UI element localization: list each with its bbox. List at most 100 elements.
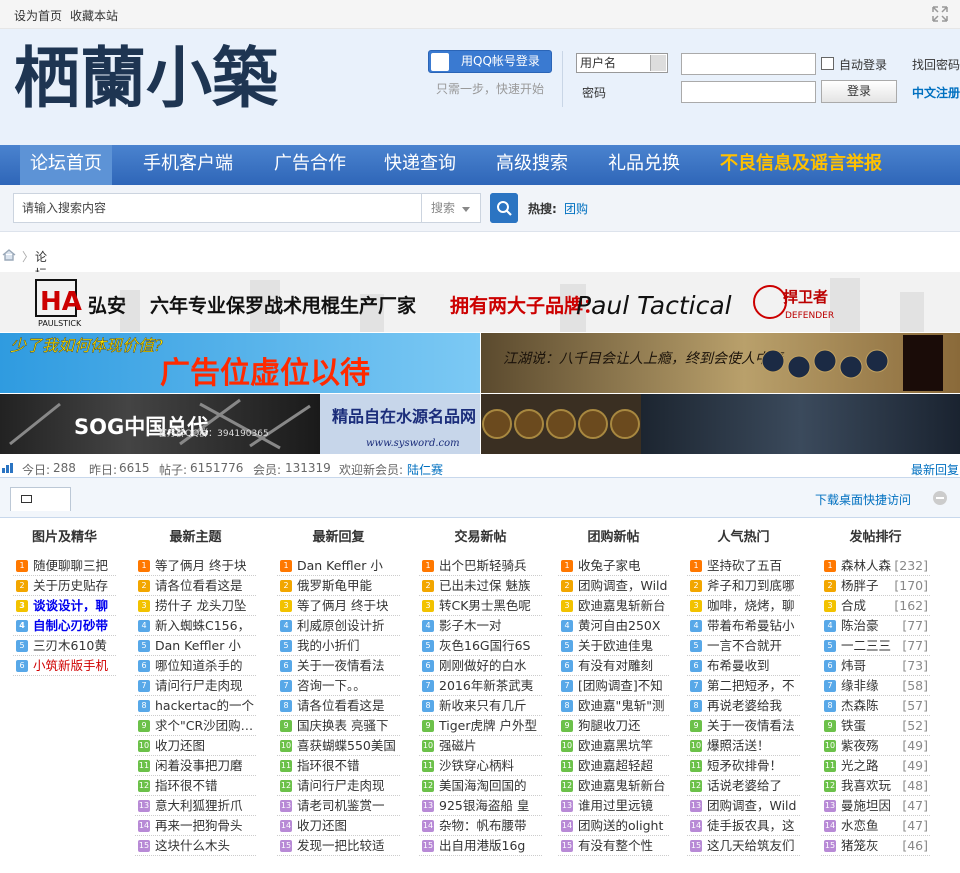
collapse-icon[interactable] (933, 491, 947, 505)
home-icon[interactable] (2, 248, 16, 262)
bookmark-link[interactable]: 收藏本站 (70, 7, 118, 24)
list-item[interactable]: 13 925银海盗船 皇 (419, 796, 542, 816)
latest-reply-link[interactable]: 最新回复 (911, 461, 959, 478)
list-item[interactable]: 2 关于历史贴存 (13, 576, 116, 596)
register-link[interactable]: 中文注册 (912, 84, 960, 101)
list-item[interactable]: 3 捞什子 龙头刀坠 (135, 596, 256, 616)
username-input[interactable] (681, 53, 816, 75)
list-item[interactable]: 5 一言不合就开 (687, 636, 800, 656)
list-item[interactable]: 8 请各位看看这是 (277, 696, 400, 716)
list-item[interactable]: 15 有没有整个性 (558, 836, 669, 856)
portal-tab[interactable] (10, 487, 71, 511)
poster-item[interactable]: 14 水恋鱼 [47] (821, 816, 930, 836)
list-item[interactable]: 15 出自用港版16g (419, 836, 542, 856)
list-item[interactable]: 15 这几天给筑友们 (687, 836, 800, 856)
list-item[interactable]: 8 hackertac的一个 (135, 696, 256, 716)
list-item[interactable]: 3 欧迪嘉鬼斩新台 (558, 596, 669, 616)
list-item[interactable]: 13 团购调查，Wild (687, 796, 800, 816)
list-item[interactable]: 14 团购送的olight (558, 816, 669, 836)
list-item[interactable]: 6 关于一夜情看法 (277, 656, 400, 676)
list-item[interactable]: 7 2016年新茶武夷 (419, 676, 542, 696)
list-item[interactable]: 9 Tiger虎牌 户外型 (419, 716, 542, 736)
list-item[interactable]: 8 新收来只有几斤 (419, 696, 542, 716)
list-item[interactable]: 10 强磁片 (419, 736, 542, 756)
poster-item[interactable]: 12 我喜欢玩 [48] (821, 776, 930, 796)
ad-banner-sysword[interactable]: 精品自在水源名品网 www.sysword.com (320, 394, 480, 454)
poster-item[interactable]: 5 一二三三 [77] (821, 636, 930, 656)
list-item[interactable]: 4 新入蜘蛛C156， (135, 616, 256, 636)
list-item[interactable]: 3 等了俩月 终于块 (277, 596, 400, 616)
find-password-link[interactable]: 找回密码 (912, 56, 960, 73)
list-item[interactable]: 15 这块什么木头 (135, 836, 256, 856)
list-item[interactable]: 1 出个巴斯轻骑兵 (419, 556, 542, 576)
list-item[interactable]: 6 哪位知道杀手的 (135, 656, 256, 676)
poster-item[interactable]: 13 曼施坦因 [47] (821, 796, 930, 816)
qq-login-button[interactable]: 用QQ帐号登录 (428, 50, 552, 73)
list-item[interactable]: 5 灰色16G国行6S (419, 636, 542, 656)
list-item[interactable]: 2 请各位看看这是 (135, 576, 256, 596)
list-item[interactable]: 11 欧迪嘉超轻超 (558, 756, 669, 776)
list-item[interactable]: 12 欧迪嘉鬼斩新台 (558, 776, 669, 796)
nav-mobile-client[interactable]: 手机客户端 (128, 145, 248, 185)
list-item[interactable]: 6 布希曼收到 (687, 656, 800, 676)
list-item[interactable]: 4 影子木一对 (419, 616, 542, 636)
list-item[interactable]: 1 等了俩月 终于块 (135, 556, 256, 576)
list-item[interactable]: 7 第二把短矛，不 (687, 676, 800, 696)
list-item[interactable]: 9 关于一夜情看法 (687, 716, 800, 736)
list-item[interactable]: 11 短矛砍排骨！ (687, 756, 800, 776)
search-input[interactable]: 请输入搜索内容 (13, 193, 421, 223)
list-item[interactable]: 8 欧迪嘉"鬼斩"测 (558, 696, 669, 716)
list-item[interactable]: 11 指环很不错 (277, 756, 400, 776)
list-item[interactable]: 3 咖啡，烧烤，聊 (687, 596, 800, 616)
poster-item[interactable]: 1 森林人森 [232] (821, 556, 930, 576)
list-item[interactable]: 8 再说老婆给我 (687, 696, 800, 716)
nav-forum-home[interactable]: 论坛首页 (20, 145, 112, 185)
list-item[interactable]: 9 狗腿收刀还 (558, 716, 669, 736)
password-input[interactable] (681, 81, 816, 103)
list-item[interactable]: 12 美国海淘回国的 (419, 776, 542, 796)
list-item[interactable]: 4 自制心刃砂带 (13, 616, 116, 636)
nav-ad-cooperation[interactable]: 广告合作 (262, 145, 358, 185)
new-member-link[interactable]: 陆仁赛 (407, 461, 443, 478)
list-item[interactable]: 2 斧子和刀到底哪 (687, 576, 800, 596)
poster-item[interactable]: 8 杰森陈 [57] (821, 696, 930, 716)
ad-banner-vacancy[interactable]: 少了我如何体现价值? 广告位虚位以待 (0, 333, 480, 393)
ad-banner-koto[interactable]: 江湖说：八千目会让人上瘾，终到会使人中毒 (481, 333, 960, 393)
list-item[interactable]: 6 有没有对雕刻 (558, 656, 669, 676)
nav-report[interactable]: 不良信息及谣言举报 (708, 145, 894, 185)
search-button[interactable] (490, 193, 518, 223)
nav-advanced-search[interactable]: 高级搜索 (484, 145, 580, 185)
search-type-select[interactable]: 搜索 (421, 193, 481, 223)
list-item[interactable]: 5 Dan Keffler 小 (135, 636, 256, 656)
list-item[interactable]: 3 转CK男士黑色呢 (419, 596, 542, 616)
list-item[interactable]: 1 随便聊聊三把 (13, 556, 116, 576)
list-item[interactable]: 11 闲着没事把刀磨 (135, 756, 256, 776)
download-shortcut-link[interactable]: 下载桌面快捷访问 (815, 491, 911, 508)
ad-banner-knives[interactable] (641, 394, 960, 454)
ad-banner-tsuba[interactable] (481, 394, 641, 454)
list-item[interactable]: 5 三刃木610黄 (13, 636, 116, 656)
list-item[interactable]: 2 俄罗斯龟甲能 (277, 576, 400, 596)
list-item[interactable]: 7 咨询一下。。 (277, 676, 400, 696)
list-item[interactable]: 15 发现一把比较适 (277, 836, 400, 856)
poster-item[interactable]: 4 陈治豪 [77] (821, 616, 930, 636)
nav-express-query[interactable]: 快递查询 (372, 145, 468, 185)
list-item[interactable]: 4 黄河自由250X (558, 616, 669, 636)
list-item[interactable]: 13 请老司机鉴赏一 (277, 796, 400, 816)
poster-item[interactable]: 3 合成 [162] (821, 596, 930, 616)
list-item[interactable]: 11 沙铁穿心柄料 (419, 756, 542, 776)
poster-item[interactable]: 11 光之路 [49] (821, 756, 930, 776)
list-item[interactable]: 4 带着布希曼钻小 (687, 616, 800, 636)
poster-item[interactable]: 2 杨胖子 [170] (821, 576, 930, 596)
list-item[interactable]: 9 求个"CR沙团购… (135, 716, 256, 736)
poster-item[interactable]: 10 紫夜殇 [49] (821, 736, 930, 756)
list-item[interactable]: 9 国庆换表 亮骚下 (277, 716, 400, 736)
list-item[interactable]: 10 欧迪嘉黑坑竿 (558, 736, 669, 756)
hot-search-term[interactable]: 团购 (564, 200, 588, 217)
login-button[interactable]: 登录 (821, 80, 897, 103)
nav-gift-exchange[interactable]: 礼品兑换 (596, 145, 692, 185)
list-item[interactable]: 10 喜获蝴蝶550美国 (277, 736, 400, 756)
list-item[interactable]: 7 请问行尸走肉现 (135, 676, 256, 696)
list-item[interactable]: 2 已出未过保 魅族 (419, 576, 542, 596)
list-item[interactable]: 12 指环很不错 (135, 776, 256, 796)
